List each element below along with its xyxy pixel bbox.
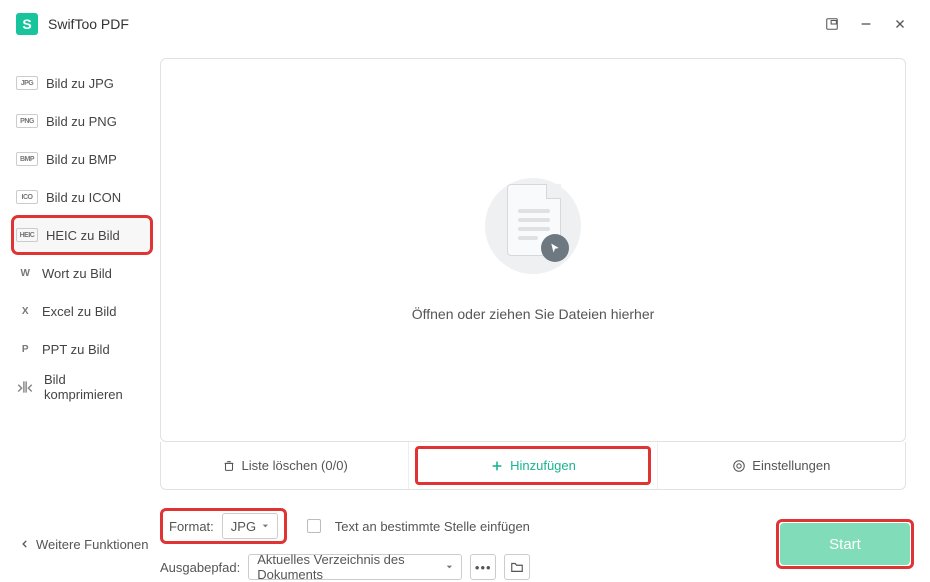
settings-button[interactable]: Einstellungen (658, 442, 905, 489)
add-label: Hinzufügen (510, 458, 576, 473)
sidebar-item-png[interactable]: PNGBild zu PNG (12, 102, 152, 140)
chevron-left-icon (20, 539, 30, 549)
trash-icon (222, 459, 236, 473)
back-label: Weitere Funktionen (36, 537, 149, 552)
cursor-icon (541, 234, 569, 262)
sidebar-item-compress[interactable]: Bild komprimieren (12, 368, 152, 406)
layout-icon[interactable] (818, 10, 846, 38)
chevron-down-icon (446, 563, 453, 571)
start-label: Start (829, 536, 861, 553)
sidebar-item-excel[interactable]: XExcel zu Bild (12, 292, 152, 330)
sidebar-item-heic[interactable]: HEICHEIC zu Bild (12, 216, 152, 254)
sidebar-item-icon[interactable]: ICOBild zu ICON (12, 178, 152, 216)
sidebar-item-label: Wort zu Bild (42, 266, 112, 281)
sidebar-item-label: PPT zu Bild (42, 342, 110, 357)
clear-list-label: Liste löschen (0/0) (242, 458, 348, 473)
app-title: SwifToo PDF (48, 16, 129, 32)
app-logo: S (16, 13, 38, 35)
dots-icon: ••• (475, 560, 492, 575)
plus-icon (490, 459, 504, 473)
drop-text: Öffnen oder ziehen Sie Dateien hierher (412, 306, 655, 322)
open-folder-button[interactable] (504, 554, 530, 580)
sidebar-item-label: Excel zu Bild (42, 304, 116, 319)
sidebar-item-label: Bild zu PNG (46, 114, 117, 129)
settings-label: Einstellungen (752, 458, 830, 473)
footer: Weitere Funktionen Format: JPG Text an b… (0, 508, 930, 580)
output-value: Aktuelles Verzeichnis des Dokuments (257, 552, 440, 582)
sidebar-item-label: HEIC zu Bild (46, 228, 120, 243)
sidebar: JPGBild zu JPG PNGBild zu PNG BMPBild zu… (0, 48, 160, 526)
format-select[interactable]: JPG (222, 513, 278, 539)
format-highlight: Format: JPG (160, 508, 287, 544)
chevron-down-icon (262, 522, 269, 530)
sidebar-item-label: Bild komprimieren (44, 372, 148, 402)
drop-illustration (485, 178, 581, 274)
output-path-select[interactable]: Aktuelles Verzeichnis des Dokuments (248, 554, 462, 580)
sidebar-item-ppt[interactable]: PPPT zu Bild (12, 330, 152, 368)
minimize-button[interactable] (852, 10, 880, 38)
drop-zone[interactable]: Öffnen oder ziehen Sie Dateien hierher (160, 58, 906, 442)
clear-list-button[interactable]: Liste löschen (0/0) (161, 442, 409, 489)
sidebar-item-label: Bild zu BMP (46, 152, 117, 167)
more-options-button[interactable]: ••• (470, 554, 496, 580)
main-area: JPGBild zu JPG PNGBild zu PNG BMPBild zu… (0, 48, 930, 526)
compress-icon (16, 380, 34, 394)
insert-text-checkbox[interactable] (307, 519, 321, 533)
sidebar-item-label: Bild zu ICON (46, 190, 121, 205)
titlebar: S SwifToo PDF (0, 0, 930, 48)
sidebar-item-bmp[interactable]: BMPBild zu BMP (12, 140, 152, 178)
insert-text-label: Text an bestimmte Stelle einfügen (335, 519, 530, 534)
close-button[interactable] (886, 10, 914, 38)
add-button[interactable]: Hinzufügen (409, 442, 657, 489)
output-label: Ausgabepfad: (160, 560, 240, 575)
folder-icon (510, 560, 524, 574)
format-label: Format: (169, 519, 214, 534)
gear-icon (732, 459, 746, 473)
sidebar-item-word[interactable]: WWort zu Bild (12, 254, 152, 292)
sidebar-item-label: Bild zu JPG (46, 76, 114, 91)
start-button[interactable]: Start (780, 523, 910, 565)
sidebar-item-jpg[interactable]: JPGBild zu JPG (12, 64, 152, 102)
action-bar: Liste löschen (0/0) Hinzufügen Einstellu… (160, 442, 906, 490)
options-panel: Format: JPG Text an bestimmte Stelle ein… (160, 508, 780, 580)
format-value: JPG (231, 519, 256, 534)
back-button[interactable]: Weitere Funktionen (20, 537, 160, 552)
content-panel: Öffnen oder ziehen Sie Dateien hierher L… (160, 48, 930, 526)
